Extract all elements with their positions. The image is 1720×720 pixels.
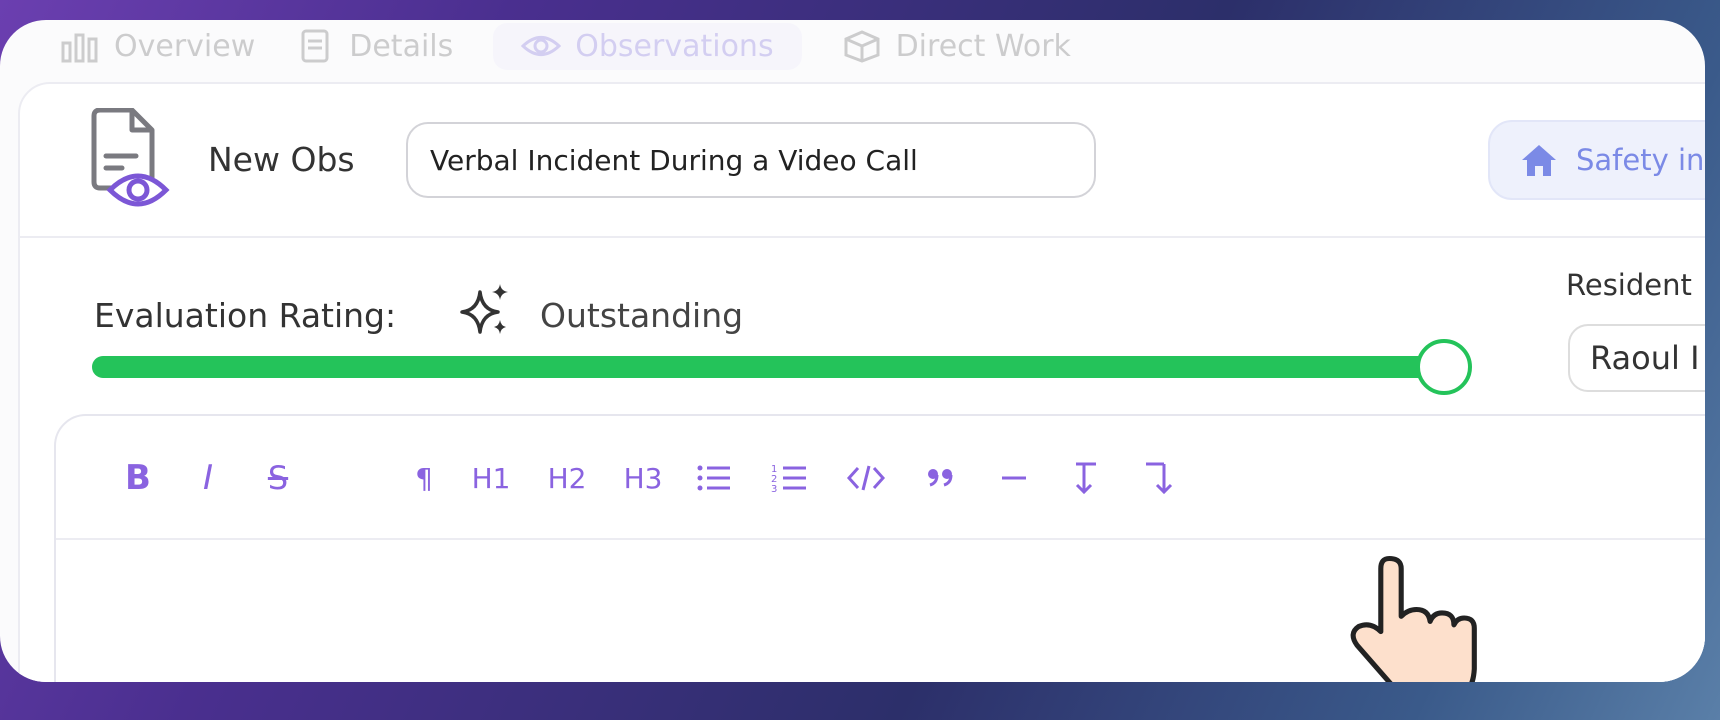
tab-label: Details bbox=[349, 28, 454, 64]
svg-text:3: 3 bbox=[771, 484, 777, 495]
heading-2-button[interactable]: H2 bbox=[542, 454, 592, 502]
new-obs-label: New Obs bbox=[208, 140, 355, 179]
slider-thumb[interactable] bbox=[1416, 339, 1472, 395]
quote-icon bbox=[928, 469, 953, 487]
resident-select[interactable]: Raoul I bbox=[1568, 324, 1705, 392]
evaluation-rating-slider[interactable] bbox=[92, 339, 1472, 395]
tab-direct-work[interactable]: Direct Work bbox=[842, 29, 1071, 64]
tab-label: Observations bbox=[575, 28, 774, 64]
pointer-hand-icon bbox=[1350, 555, 1477, 682]
tab-details[interactable]: Details bbox=[295, 29, 453, 64]
observation-header: New Obs Safety in bbox=[20, 84, 1705, 238]
strikethrough-button[interactable]: S bbox=[258, 454, 298, 502]
observation-document-icon bbox=[91, 108, 170, 207]
code-icon bbox=[846, 465, 886, 491]
horizontal-rule-icon bbox=[1002, 476, 1026, 480]
text-wrap-icon bbox=[1075, 462, 1096, 495]
clear-format-button[interactable] bbox=[1136, 454, 1180, 502]
safety-category-chip[interactable]: Safety in bbox=[1488, 120, 1705, 200]
bold-button[interactable]: B bbox=[118, 454, 158, 502]
hard-break-button[interactable] bbox=[1062, 454, 1106, 502]
tab-observations[interactable]: Observations bbox=[493, 22, 802, 70]
ordered-list-button[interactable]: 123 bbox=[768, 454, 812, 502]
italic-button[interactable]: I bbox=[188, 454, 228, 502]
observation-title-input[interactable] bbox=[406, 122, 1096, 198]
bar-chart-icon bbox=[61, 33, 98, 63]
eye-icon bbox=[521, 36, 562, 56]
editor-toolbar: B I S ¶ H1 H2 H3 123 bbox=[56, 416, 1705, 540]
code-block-button[interactable] bbox=[844, 454, 888, 502]
blockquote-button[interactable] bbox=[918, 454, 962, 502]
resident-value: Raoul I bbox=[1590, 339, 1700, 377]
horizontal-rule-button[interactable] bbox=[992, 454, 1036, 502]
tab-overview[interactable]: Overview bbox=[60, 29, 255, 64]
heading-1-button[interactable]: H1 bbox=[466, 454, 516, 502]
safety-chip-label: Safety in bbox=[1576, 143, 1705, 177]
document-icon bbox=[301, 29, 329, 63]
slider-fill bbox=[92, 356, 1444, 378]
ordered-list-icon: 123 bbox=[771, 464, 806, 495]
paragraph-button[interactable]: ¶ bbox=[404, 454, 444, 502]
home-icon bbox=[1522, 145, 1556, 176]
tab-label: Direct Work bbox=[895, 28, 1071, 64]
resident-label: Resident bbox=[1566, 268, 1692, 302]
corner-down-icon bbox=[1146, 462, 1173, 495]
tab-label: Overview bbox=[114, 28, 256, 64]
heading-3-button[interactable]: H3 bbox=[618, 454, 668, 502]
evaluation-rating-value: Outstanding bbox=[540, 296, 744, 335]
sparkles-icon bbox=[460, 284, 508, 334]
tab-bar: Overview Details Observations Direct Wor… bbox=[60, 20, 1071, 76]
box-icon bbox=[844, 30, 880, 63]
bullet-list-button[interactable] bbox=[692, 454, 736, 502]
evaluation-rating-label: Evaluation Rating: bbox=[94, 296, 397, 335]
bullet-list-icon bbox=[697, 465, 730, 491]
app-window: Overview Details Observations Direct Wor… bbox=[0, 20, 1705, 682]
